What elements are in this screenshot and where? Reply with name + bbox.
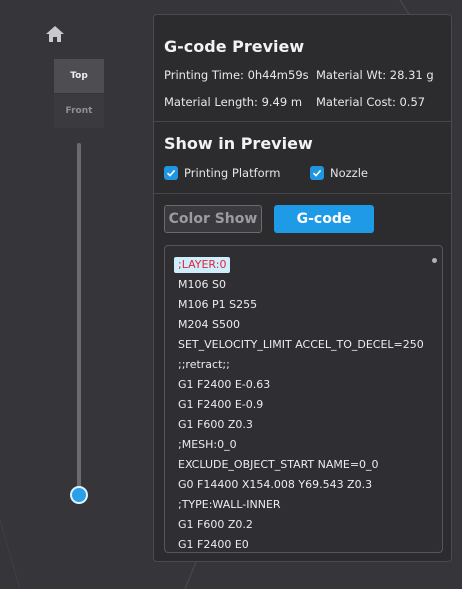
material-cost: Material Cost: 0.57 bbox=[316, 95, 426, 109]
gcode-line[interactable]: M204 S500 bbox=[178, 318, 240, 332]
panel-title: G-code Preview bbox=[164, 37, 305, 56]
checkbox-checked-icon[interactable] bbox=[164, 166, 178, 180]
gcode-listing[interactable]: ;LAYER:0 M106 S0 M106 P1 S255 M204 S500 … bbox=[164, 245, 443, 553]
gcode-line[interactable]: G1 F2400 E-0.9 bbox=[178, 398, 263, 412]
gcode-button[interactable]: G-code bbox=[274, 205, 374, 233]
gcode-line[interactable]: EXCLUDE_OBJECT_START NAME=0_0 bbox=[178, 458, 379, 472]
gcode-line-current[interactable]: ;LAYER:0 bbox=[174, 257, 231, 273]
view-front-button[interactable]: Front bbox=[54, 94, 104, 128]
printing-platform-label: Printing Platform bbox=[184, 166, 281, 180]
printing-time: Printing Time: 0h44m59s bbox=[164, 68, 309, 82]
gcode-line[interactable]: SET_VELOCITY_LIMIT ACCEL_TO_DECEL=250 bbox=[178, 338, 424, 352]
gcode-line[interactable]: ;TYPE:WALL-INNER bbox=[178, 498, 281, 512]
nozzle-label: Nozzle bbox=[330, 166, 368, 180]
color-show-button[interactable]: Color Show bbox=[164, 205, 262, 233]
gcode-line[interactable]: G1 F600 Z0.3 bbox=[178, 418, 253, 432]
gcode-line[interactable]: G0 F14400 X154.008 Y69.543 Z0.3 bbox=[178, 478, 372, 492]
gcode-line[interactable]: M106 S0 bbox=[178, 278, 226, 292]
show-in-preview-title: Show in Preview bbox=[164, 134, 313, 153]
gcode-line[interactable]: ;;retract;; bbox=[178, 358, 230, 372]
view-top-button[interactable]: Top bbox=[54, 59, 104, 93]
printing-platform-checkbox[interactable]: Printing Platform bbox=[164, 166, 280, 180]
gcode-line[interactable]: G1 F600 Z0.2 bbox=[178, 518, 253, 532]
gcode-line[interactable]: ;MESH:0_0 bbox=[178, 438, 237, 452]
scrollbar-indicator[interactable] bbox=[432, 258, 437, 263]
checkbox-checked-icon[interactable] bbox=[310, 166, 324, 180]
gcode-preview-panel: G-code Preview Printing Time: 0h44m59s M… bbox=[153, 14, 452, 562]
gcode-line[interactable]: M106 P1 S255 bbox=[178, 298, 257, 312]
divider bbox=[154, 121, 451, 122]
gcode-line[interactable]: G1 F2400 E0 bbox=[178, 538, 249, 552]
home-icon[interactable] bbox=[44, 24, 66, 44]
material-weight: Material Wt: 28.31 g bbox=[316, 68, 434, 82]
nozzle-checkbox[interactable]: Nozzle bbox=[310, 166, 368, 180]
layer-slider-track[interactable] bbox=[77, 143, 81, 495]
gcode-line[interactable]: G1 F2400 E-0.63 bbox=[178, 378, 270, 392]
divider bbox=[154, 193, 451, 194]
layer-slider-thumb[interactable] bbox=[70, 486, 88, 504]
material-length: Material Length: 9.49 m bbox=[164, 95, 303, 109]
